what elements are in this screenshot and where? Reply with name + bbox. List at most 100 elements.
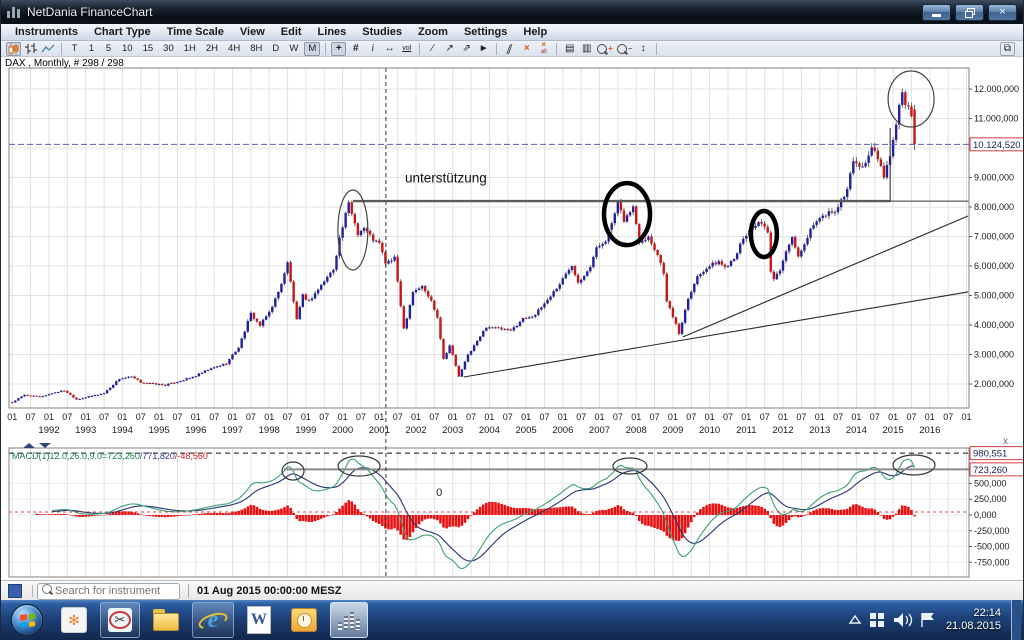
trend-channel-icon[interactable]: ⇗ [459,42,474,56]
menu-chart-type[interactable]: Chart Type [86,25,159,39]
current-price-label: 10.124,520 [970,138,1024,151]
macd-zero-annotation: 0 [436,487,442,499]
timeframe-d[interactable]: D [268,42,283,56]
macd-axis-label: 0,000 [974,510,997,520]
time-axis-minor-label: 07 [613,412,623,422]
time-axis-minor-label: 07 [760,412,770,422]
time-axis-year-label: 2006 [552,425,573,436]
grid-icon[interactable]: # [348,42,363,56]
time-axis-year-label: 2015 [883,425,904,436]
taskbar-windows-explorer-icon[interactable] [146,603,186,637]
candlestick-chart-icon[interactable] [6,42,21,56]
time-axis-minor-label: 01 [44,412,54,422]
menu-time-scale[interactable]: Time Scale [159,25,232,39]
time-axis-year-label: 1997 [222,425,243,436]
time-axis-minor-label: 01 [374,412,384,422]
timeframe-4h[interactable]: 4H [224,42,244,56]
menu-lines[interactable]: Lines [310,25,355,39]
pointer-tool-icon[interactable]: ► [476,42,491,56]
show-desktop-button[interactable] [1011,600,1021,640]
panel-collapse-down-icon[interactable] [39,443,51,448]
detach-window-icon[interactable]: ⧉ [1000,42,1015,56]
timeframe-w[interactable]: W [285,42,302,56]
fit-vertical-icon[interactable]: ↕ [636,42,651,56]
trendline [683,216,968,337]
remove-line-icon[interactable]: × [519,42,534,56]
timeframe-30[interactable]: 30 [159,42,178,56]
horizontal-scroll-icon[interactable]: ↔ [382,42,397,56]
time-axis-minor-label: 07 [943,412,953,422]
time-axis-year-label: 1995 [149,425,170,436]
time-axis-year-label: 2002 [405,425,426,436]
timeframe-1[interactable]: 1 [84,42,99,56]
menu-help[interactable]: Help [515,25,555,39]
tray-icons[interactable] [842,607,938,633]
info-icon[interactable]: i [365,42,380,56]
close-button[interactable]: × [988,4,1017,21]
timeframe-8h[interactable]: 8H [246,42,266,56]
taskbar-outlook-icon[interactable] [284,603,324,637]
clock-time: 22:14 [946,607,1001,620]
timeframe-15[interactable]: 15 [139,42,158,56]
time-axis-minor-label: 01 [741,412,751,422]
remove-all-lines-icon[interactable]: ×all [536,42,551,56]
trendline [464,292,968,377]
macd-panel-series [35,459,915,568]
instrument-label: DAX , Monthly, # 298 / 298 [5,58,124,69]
menu-edit[interactable]: Edit [273,25,310,39]
time-axis-minor-label: 07 [283,412,293,422]
taskbar: ✻✂ eW 22:14 21.08.2015 [1,600,1023,640]
chart-area[interactable]: 0107010701070107010701070107010701070107… [1,57,1024,580]
price-axis-label: 6.000,000 [974,261,1014,271]
zoom-in-icon[interactable]: + [596,42,614,56]
taskbar-photo-viewer-icon[interactable]: ✻ [54,603,94,637]
timeframe-t[interactable]: T [67,42,82,56]
timeframe-1h[interactable]: 1H [180,42,200,56]
time-axis-minor-label: 07 [62,412,72,422]
bar-chart-icon[interactable] [23,42,38,56]
taskbar-snipping-tool-icon[interactable]: ✂ [100,602,140,638]
timeframe-group: T151015301H2H4H8HDWM [66,42,321,56]
macd-close-button[interactable]: x [1003,436,1008,447]
timeframe-m[interactable]: M [304,42,320,56]
volume-icon[interactable]: vol [399,42,414,56]
price-axis-label: 9.000,000 [974,173,1014,183]
parallel-lines-icon[interactable]: ∥ [500,42,520,56]
menu-zoom[interactable]: Zoom [410,25,456,39]
trendline-icon[interactable]: ∕ [425,42,440,56]
timeframe-2h[interactable]: 2H [202,42,222,56]
menu-bar: InstrumentsChart TypeTime ScaleViewEditL… [1,24,1023,41]
time-axis-year-label: 2016 [919,425,940,436]
print-preview-icon[interactable]: ▥ [579,42,594,56]
menu-view[interactable]: View [232,25,273,39]
crosshair-icon[interactable]: + [331,42,346,56]
chart-svg[interactable]: 0107010701070107010701070107010701070107… [1,57,1024,580]
timeframe-10[interactable]: 10 [118,42,137,56]
minimize-button[interactable] [922,4,951,21]
print-icon[interactable]: ▤ [562,42,577,56]
menu-instruments[interactable]: Instruments [7,25,86,39]
taskbar-word-icon[interactable]: W [240,603,278,637]
menu-settings[interactable]: Settings [456,25,515,39]
taskbar-finance-chart-app-icon[interactable] [330,602,368,638]
line-chart-icon[interactable] [40,42,56,56]
window-title: NetDania FinanceChart [27,5,152,19]
timeframe-5[interactable]: 5 [101,42,116,56]
time-axis-year-label: 2012 [772,425,793,436]
macd-axis-label: -750,000 [974,557,1010,567]
toolbar: T151015301H2H4H8HDWM + # i ↔ vol ∕ ↗ ⇗ ►… [1,41,1023,57]
taskbar-clock[interactable]: 22:14 21.08.2015 [946,607,1001,633]
candlestick-series [11,89,916,403]
macd-top-value-label: 980,551 [970,447,1024,460]
trendline-arrow-icon[interactable]: ↗ [442,42,457,56]
time-axis-minor-label: 07 [393,412,403,422]
time-axis-minor-label: 07 [172,412,182,422]
restore-button[interactable] [955,4,984,21]
start-button[interactable] [11,604,43,636]
zoom-out-icon[interactable]: − [616,42,634,56]
screen: NetDania FinanceChart × InstrumentsChart… [0,0,1024,640]
menu-studies[interactable]: Studies [354,25,410,39]
search-input[interactable] [37,583,180,600]
taskbar-internet-explorer-icon[interactable]: e [192,602,234,638]
panel-collapse-up-icon[interactable] [23,443,35,448]
